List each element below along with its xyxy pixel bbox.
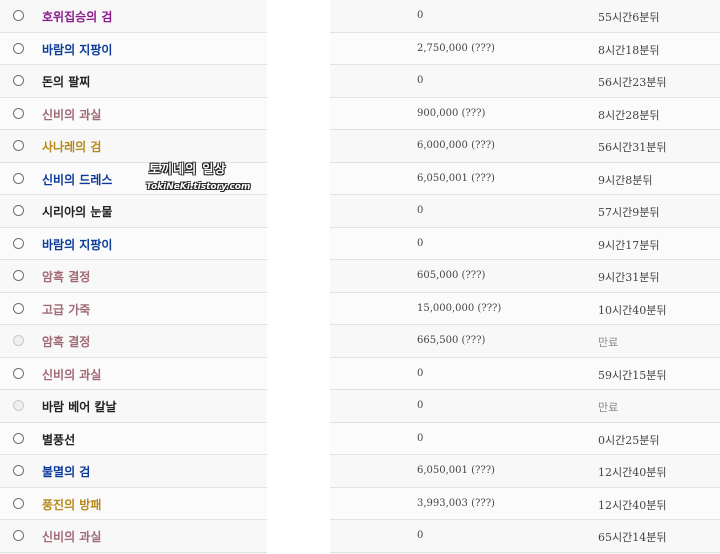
select-radio[interactable] [13, 75, 24, 86]
item-name: 돈의 팔찌 [42, 75, 91, 89]
item-time-remaining: 56시간31분뒤 [598, 141, 667, 154]
item-name: 바람의 지팡이 [42, 237, 113, 252]
select-radio[interactable] [13, 465, 24, 476]
item-time-remaining: 8시간18분뒤 [598, 43, 660, 57]
item-price: 665,500 (???) [417, 335, 486, 346]
select-radio[interactable] [13, 302, 24, 314]
item-time-remaining: 9시간31분뒤 [598, 271, 660, 284]
item-expired-status: 만료 [598, 401, 619, 414]
list-item: 풍진의 방패 3,993,003 (???) 12시간40분뒤 [0, 487, 720, 520]
item-time-remaining: 59시간15분뒤 [598, 368, 667, 382]
item-price: 0 [417, 205, 424, 216]
item-price: 0 [417, 75, 424, 86]
item-time-remaining: 0시간25분뒤 [598, 433, 660, 447]
list-item: 별풍선 0 0시간25분뒤 [0, 422, 720, 455]
item-price: 6,050,001 (???) [417, 465, 495, 476]
item-name: 암흑 결정 [42, 335, 91, 349]
item-name: 신비의 과실 [42, 367, 102, 382]
item-name: 바람 베어 칼날 [42, 400, 117, 414]
item-name: 호위집승의 검 [42, 10, 113, 24]
select-radio[interactable] [13, 432, 24, 444]
list-item: 암흑 결정 605,000 (???) 9시간31분뒤 [0, 260, 720, 293]
item-name: 불멸의 검 [42, 465, 91, 479]
item-time-remaining: 55시간6분뒤 [598, 11, 660, 24]
list-item: 바람의 지팡이 2,750,000 (???) 8시간18분뒤 [0, 32, 720, 65]
item-price: 0 [417, 367, 424, 379]
list-item: 바람 베어 칼날 0 만료 [0, 390, 720, 423]
item-price: 0 [417, 10, 424, 21]
auction-list: 호위집승의 검 0 55시간6분뒤 바람의 지팡이 2,750,000 (???… [0, 0, 720, 553]
item-name: 별풍선 [42, 432, 76, 447]
item-time-remaining: 8시간28분뒤 [598, 108, 660, 122]
select-radio[interactable] [13, 42, 24, 54]
select-radio[interactable] [13, 10, 24, 21]
item-time-remaining: 12시간40분뒤 [598, 498, 667, 512]
item-price: 6,050,001 (???) [417, 172, 495, 184]
select-radio-disabled [13, 335, 24, 346]
select-radio[interactable] [13, 237, 24, 249]
select-radio[interactable] [13, 367, 24, 379]
list-item: 신비의 과실 0 59시간15분뒤 [0, 357, 720, 390]
item-price: 3,993,003 (???) [417, 497, 495, 509]
list-item: 돈의 팔찌 0 56시간23분뒤 [0, 65, 720, 98]
item-time-remaining: 10시간40분뒤 [598, 303, 667, 317]
item-time-remaining: 12시간40분뒤 [598, 466, 667, 479]
item-time-remaining: 65시간14분뒤 [598, 531, 667, 544]
list-item: 호위집승의 검 0 55시간6분뒤 [0, 0, 720, 33]
list-item: 바람의 지팡이 0 9시간17분뒤 [0, 227, 720, 260]
select-radio[interactable] [13, 205, 24, 216]
item-name: 시리아의 눈물 [42, 205, 113, 219]
item-price: 0 [417, 432, 424, 444]
list-item: 신비의 드레스 6,050,001 (???) 9시간8분뒤 [0, 162, 720, 195]
select-radio[interactable] [13, 140, 24, 151]
item-name: 사나레의 검 [42, 140, 102, 154]
select-radio-disabled [13, 400, 24, 411]
select-radio[interactable] [13, 270, 24, 281]
select-radio[interactable] [13, 530, 24, 541]
list-item: 신비의 과실 900,000 (???) 8시간28분뒤 [0, 97, 720, 130]
item-price: 15,000,000 (???) [417, 302, 502, 314]
item-name: 신비의 과실 [42, 107, 102, 122]
item-name: 바람의 지팡이 [42, 42, 113, 57]
item-price: 0 [417, 400, 424, 411]
list-item: 고급 가죽 15,000,000 (???) 10시간40분뒤 [0, 292, 720, 325]
select-radio[interactable] [13, 107, 24, 119]
list-item: 불멸의 검 6,050,001 (???) 12시간40분뒤 [0, 455, 720, 488]
item-name: 풍진의 방패 [42, 497, 102, 512]
item-price: 2,750,000 (???) [417, 42, 495, 54]
item-name: 신비의 드레스 [42, 172, 113, 187]
item-name: 고급 가죽 [42, 302, 91, 317]
item-time-remaining: 9시간17분뒤 [598, 238, 660, 252]
item-time-remaining: 9시간8분뒤 [598, 173, 653, 187]
list-item: 사나레의 검 6,000,000 (???) 56시간31분뒤 [0, 130, 720, 163]
item-price: 900,000 (???) [417, 107, 486, 119]
item-time-remaining: 57시간9분뒤 [598, 206, 660, 219]
item-time-remaining: 56시간23분뒤 [598, 76, 667, 89]
select-radio[interactable] [13, 172, 24, 184]
item-name: 신비의 과실 [42, 530, 102, 544]
item-price: 605,000 (???) [417, 270, 486, 281]
item-price: 0 [417, 530, 424, 541]
item-expired-status: 만료 [598, 336, 619, 349]
item-price: 0 [417, 237, 424, 249]
list-item: 시리아의 눈물 0 57시간9분뒤 [0, 195, 720, 228]
blank-panel [267, 0, 330, 554]
list-item: 암흑 결정 665,500 (???) 만료 [0, 325, 720, 358]
item-price: 6,000,000 (???) [417, 140, 495, 151]
select-radio[interactable] [13, 497, 24, 509]
item-name: 암흑 결정 [42, 270, 91, 284]
list-item: 신비의 과실 0 65시간14분뒤 [0, 520, 720, 553]
